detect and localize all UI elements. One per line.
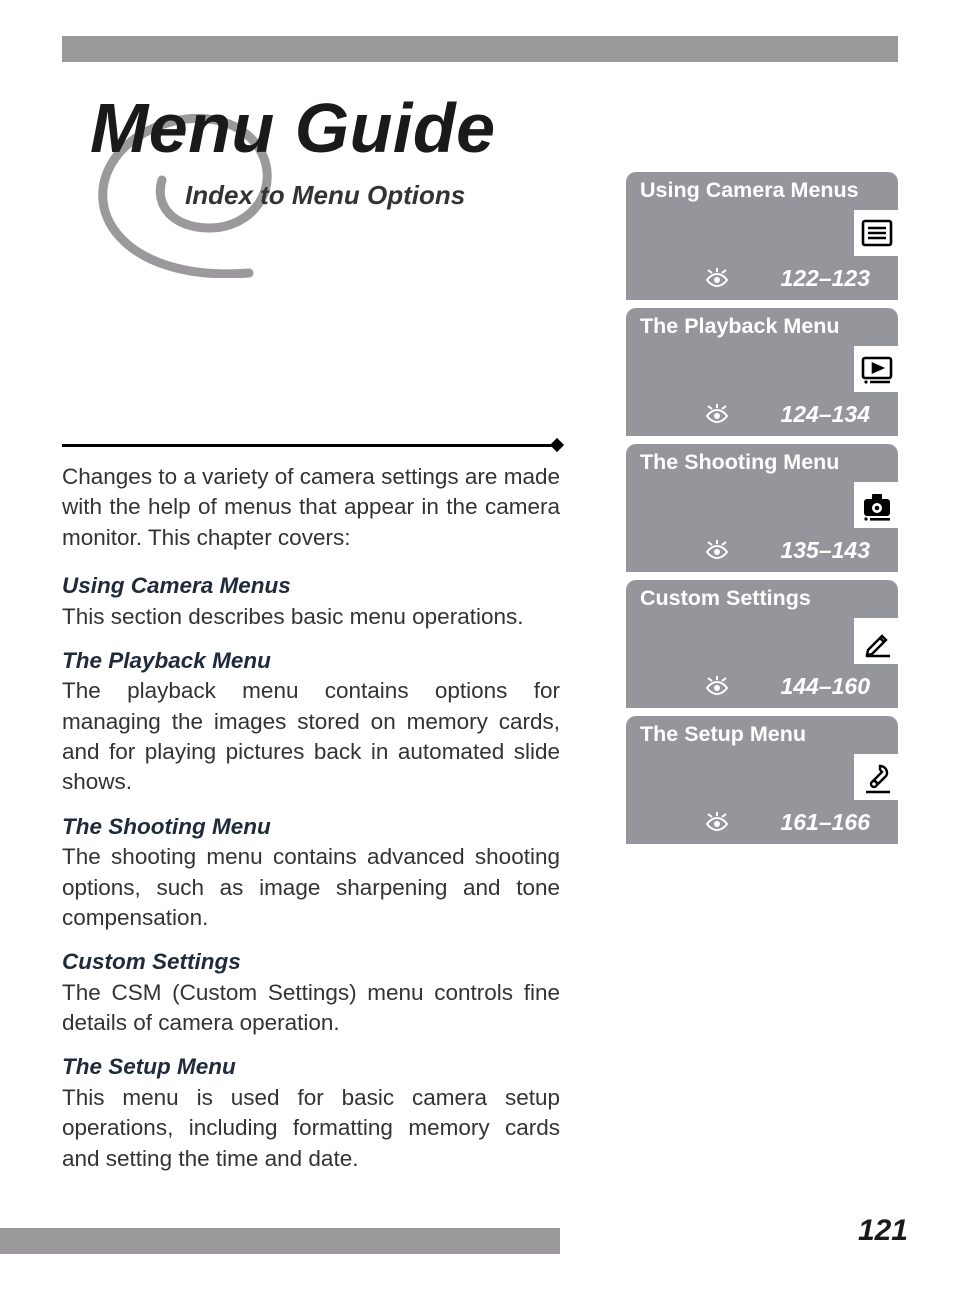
page-number: 121 [858, 1214, 908, 1248]
section-body: The shooting menu contains advanced shoo… [62, 842, 560, 933]
sidebar-item-label: The Shooting Menu [640, 450, 839, 475]
sidebar-item-playback-menu[interactable]: The Playback Menu 124–134 [626, 308, 898, 436]
eye-icon [704, 812, 730, 832]
body-text-column: Changes to a variety of camera settings … [62, 462, 560, 1182]
section-body: The playback menu contains options for m… [62, 676, 560, 798]
page-title: Menu Guide [90, 88, 496, 168]
sidebar-item-custom-settings[interactable]: Custom Settings 144–160 [626, 580, 898, 708]
eye-icon [704, 540, 730, 560]
section-body: The CSM (Custom Settings) menu controls … [62, 978, 560, 1039]
eye-icon [704, 268, 730, 288]
sidebar-item-shooting-menu[interactable]: The Shooting Menu 135–143 [626, 444, 898, 572]
section-divider [62, 444, 560, 447]
sidebar-item-label: Custom Settings [640, 586, 811, 611]
section-heading: The Playback Menu [62, 646, 560, 676]
sidebar-item-using-camera-menus[interactable]: Using Camera Menus 122–123 [626, 172, 898, 300]
sidebar-item-pages: 122–123 [780, 265, 870, 292]
sidebar-item-pages: 135–143 [780, 537, 870, 564]
sidebar-item-label: The Setup Menu [640, 722, 806, 747]
wrench-icon [854, 754, 900, 800]
sidebar-item-pages: 124–134 [780, 401, 870, 428]
playback-icon [854, 346, 900, 392]
section-heading: The Setup Menu [62, 1052, 560, 1082]
sidebar-item-label: Using Camera Menus [640, 178, 859, 203]
sidebar: Using Camera Menus 122–123 The Playback … [626, 172, 898, 852]
sidebar-item-pages: 144–160 [780, 673, 870, 700]
top-decorative-band [62, 36, 898, 62]
menu-list-icon [854, 210, 900, 256]
pencil-icon [854, 618, 900, 664]
eye-icon [704, 676, 730, 696]
sidebar-item-setup-menu[interactable]: The Setup Menu 161–166 [626, 716, 898, 844]
section-heading: The Shooting Menu [62, 812, 560, 842]
page-subtitle: Index to Menu Options [185, 180, 465, 211]
camera-icon [854, 482, 900, 528]
section-heading: Using Camera Menus [62, 571, 560, 601]
sidebar-item-pages: 161–166 [780, 809, 870, 836]
section-body: This section describes basic menu operat… [62, 602, 560, 632]
intro-paragraph: Changes to a variety of camera settings … [62, 462, 560, 553]
section-heading: Custom Settings [62, 947, 560, 977]
bottom-decorative-band [0, 1228, 560, 1254]
eye-icon [704, 404, 730, 424]
divider-end-diamond [550, 438, 564, 452]
sidebar-item-label: The Playback Menu [640, 314, 840, 339]
section-body: This menu is used for basic camera setup… [62, 1083, 560, 1174]
